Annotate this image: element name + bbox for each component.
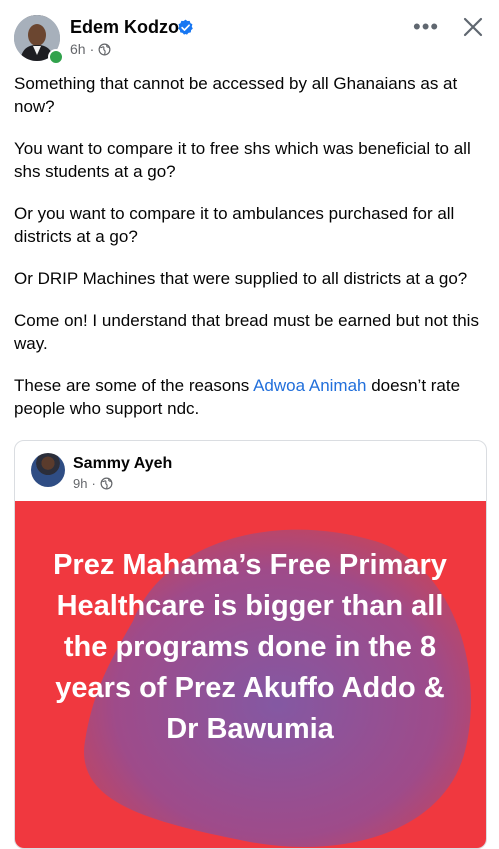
shared-author-avatar[interactable] [31,453,65,487]
post-paragraph: Come on! I understand that bread must be… [14,311,479,353]
text-fragment: These are some of the reasons [14,376,254,395]
more-options-icon[interactable]: ••• [413,16,439,38]
shared-post-card[interactable]: Sammy Ayeh 9h · Prez Mahama’s Free Prima… [14,440,487,849]
shared-post-meta: 9h · [73,476,113,491]
post-paragraph: Something that cannot be accessed by all… [14,74,458,116]
post-paragraph: Or DRIP Machines that were supplied to a… [14,269,468,288]
post-meta: 6h · [70,41,111,57]
post-paragraph: Or you want to compare it to ambulances … [14,204,455,246]
globe-icon[interactable] [98,43,111,56]
facebook-post: Edem Kodzo 6h · ••• Something that canno… [0,0,499,849]
close-icon[interactable] [460,14,486,40]
meta-separator: · [89,41,95,57]
post-header: Edem Kodzo 6h · ••• [0,0,499,70]
banner-text: Prez Mahama’s Free Primary Healthcare is… [53,549,447,745]
meta-separator: · [91,476,96,491]
globe-icon[interactable] [100,477,113,490]
post-body: Something that cannot be accessed by all… [14,72,486,439]
mention-link[interactable]: Adwoa Animah [253,376,366,395]
shared-author-name[interactable]: Sammy Ayeh [73,455,172,473]
author-name[interactable]: Edem Kodzo [70,17,179,38]
post-time[interactable]: 6h [70,41,86,57]
online-status-dot [48,49,64,65]
text-banner: Prez Mahama’s Free Primary Healthcare is… [15,501,486,848]
verified-badge-icon [178,19,193,35]
post-paragraph-last: These are some of the reasons Adwoa Anim… [14,374,486,420]
post-paragraph: You want to compare it to free shs which… [14,139,471,181]
shared-post-time[interactable]: 9h [73,476,87,491]
